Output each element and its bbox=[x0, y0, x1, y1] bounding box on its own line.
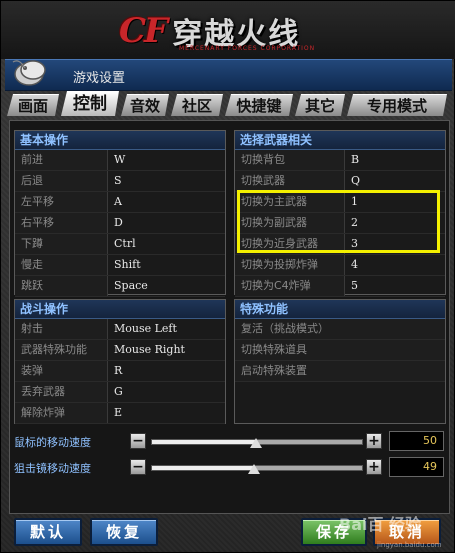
special-row[interactable]: 切换特殊道具 bbox=[235, 340, 445, 361]
mouse-speed-decrease-button[interactable]: − bbox=[130, 433, 146, 449]
keybind-value[interactable]: B bbox=[345, 150, 359, 170]
tab-bar: 画面 控制 音效 社区 快捷键 其它 专用模式 bbox=[7, 94, 450, 118]
keybind-value[interactable]: D bbox=[108, 213, 123, 233]
mouse-speed-fill bbox=[152, 440, 257, 444]
dog-tag-icon bbox=[12, 60, 46, 86]
basic-ops-panel: 基本操作 前进 W 后退 S 左平移 A 右平移 D 下蹲 Ctrl 慢走 Shift 跳跃… bbox=[14, 130, 226, 297]
keybind-label: 后退 bbox=[15, 171, 108, 191]
window-title: 游戏设置 bbox=[73, 71, 126, 86]
keybind-value[interactable]: G bbox=[108, 382, 123, 402]
watermark-sub: jingyan.baidu.com bbox=[377, 541, 442, 549]
special-row[interactable]: 复活（挑战模式） bbox=[235, 319, 445, 340]
mouse-speed-increase-button[interactable]: + bbox=[366, 433, 382, 449]
keybind-label: 解除炸弹 bbox=[15, 403, 108, 423]
mouse-speed-thumb[interactable] bbox=[250, 438, 262, 448]
special-ops-title: 特殊功能 bbox=[235, 300, 445, 319]
weapon-ops-title: 选择武器相关 bbox=[235, 131, 445, 150]
tab-display[interactable]: 画面 bbox=[7, 94, 59, 116]
mouse-speed-label: 鼠标的移动速度 bbox=[14, 436, 91, 449]
keybind-row[interactable]: 右平移 D bbox=[15, 213, 225, 234]
keybind-value[interactable]: 5 bbox=[345, 276, 358, 296]
keybind-row[interactable]: 解除炸弹 E bbox=[15, 403, 225, 424]
keybind-row[interactable]: 左平移 A bbox=[15, 192, 225, 213]
keybind-label: 切换为投掷炸弹 bbox=[235, 255, 345, 275]
special-label: 复活（挑战模式） bbox=[235, 319, 445, 339]
mouse-speed-row: 鼠标的移动速度 − + 50 bbox=[14, 431, 444, 453]
keybind-value[interactable]: Mouse Left bbox=[108, 319, 177, 339]
keybind-value[interactable]: Q bbox=[345, 171, 360, 191]
keybind-value[interactable]: Ctrl bbox=[108, 234, 136, 254]
scope-speed-increase-button[interactable]: + bbox=[366, 459, 382, 475]
keybind-value[interactable]: S bbox=[108, 171, 122, 191]
logo-cf: CF bbox=[119, 11, 168, 51]
scope-speed-label: 狙击镜移动速度 bbox=[14, 462, 91, 475]
scope-speed-decrease-button[interactable]: − bbox=[130, 459, 146, 475]
tab-community[interactable]: 社区 bbox=[171, 94, 223, 116]
keybind-row[interactable]: 后退 S bbox=[15, 171, 225, 192]
keybind-label: 丢弃武器 bbox=[15, 382, 108, 402]
scope-speed-row: 狙击镜移动速度 − + 49 bbox=[14, 457, 444, 479]
tab-sound[interactable]: 音效 bbox=[121, 94, 169, 116]
keybind-row[interactable]: 切换背包 B bbox=[235, 150, 445, 171]
keybind-label: 切换背包 bbox=[235, 150, 345, 170]
special-row[interactable]: 启动特殊装置 bbox=[235, 361, 445, 382]
keybind-value[interactable]: Mouse Right bbox=[108, 340, 185, 360]
keybind-label: 慢走 bbox=[15, 255, 108, 275]
keybind-value[interactable]: Shift bbox=[108, 255, 141, 275]
keybind-row[interactable]: 武器特殊功能 Mouse Right bbox=[15, 340, 225, 361]
restore-button[interactable]: 恢复 bbox=[90, 518, 158, 546]
keybind-row[interactable]: 射击 Mouse Left bbox=[15, 319, 225, 340]
keybind-value[interactable]: 4 bbox=[345, 255, 358, 275]
combat-ops-title: 战斗操作 bbox=[15, 300, 225, 319]
keybind-label: 切换武器 bbox=[235, 171, 345, 191]
keybind-row[interactable]: 切换武器 Q bbox=[235, 171, 445, 192]
keybind-label: 切换为C4炸弹 bbox=[235, 276, 345, 296]
banner: CF 穿越火线 MERCENARY FORCES CORPORATION bbox=[1, 1, 455, 59]
mouse-speed-value[interactable]: 50 bbox=[389, 431, 444, 451]
keybind-row[interactable]: 装弹 R bbox=[15, 361, 225, 382]
default-button[interactable]: 默认 bbox=[14, 518, 82, 546]
keybind-row[interactable]: 切换为C4炸弹 5 bbox=[235, 276, 445, 297]
keybind-row[interactable]: 切换为投掷炸弹 4 bbox=[235, 255, 445, 276]
tab-special-mode[interactable]: 专用模式 bbox=[347, 94, 447, 116]
keybind-value[interactable]: E bbox=[108, 403, 122, 423]
special-label: 启动特殊装置 bbox=[235, 361, 445, 381]
special-label: 切换特殊道具 bbox=[235, 340, 445, 360]
keybind-label: 左平移 bbox=[15, 192, 108, 212]
combat-ops-panel: 战斗操作 射击 Mouse Left 武器特殊功能 Mouse Right 装弹 R … bbox=[14, 299, 226, 424]
scope-speed-fill bbox=[152, 466, 255, 470]
keybind-row[interactable]: 下蹲 Ctrl bbox=[15, 234, 225, 255]
tab-other[interactable]: 其它 bbox=[295, 94, 345, 116]
keybind-value[interactable]: W bbox=[108, 150, 125, 170]
keybind-row[interactable]: 慢走 Shift bbox=[15, 255, 225, 276]
scope-speed-value[interactable]: 49 bbox=[389, 457, 444, 477]
keybind-value[interactable]: R bbox=[108, 361, 122, 381]
keybind-row[interactable]: 丢弃武器 G bbox=[15, 382, 225, 403]
logo-subtitle: MERCENARY FORCES CORPORATION bbox=[179, 45, 316, 52]
keybind-label: 装弹 bbox=[15, 361, 108, 381]
keybind-label: 下蹲 bbox=[15, 234, 108, 254]
special-ops-panel: 特殊功能 复活（挑战模式） 切换特殊道具 启动特殊装置 bbox=[234, 299, 446, 424]
basic-ops-title: 基本操作 bbox=[15, 131, 225, 150]
title-bar: 游戏设置 bbox=[5, 59, 452, 91]
keybind-row[interactable]: 跳跃 Space bbox=[15, 276, 225, 297]
keybind-label: 前进 bbox=[15, 150, 108, 170]
game-logo: CF 穿越火线 MERCENARY FORCES CORPORATION bbox=[119, 7, 341, 55]
tab-hotkeys[interactable]: 快捷键 bbox=[225, 94, 293, 116]
keybind-label: 跳跃 bbox=[15, 276, 108, 296]
keybind-value[interactable]: A bbox=[108, 192, 122, 212]
keybind-row[interactable]: 前进 W bbox=[15, 150, 225, 171]
keybind-label: 右平移 bbox=[15, 213, 108, 233]
keybind-label: 武器特殊功能 bbox=[15, 340, 108, 360]
sensitivity-sliders: 鼠标的移动速度 − + 50 狙击镜移动速度 − + 49 bbox=[14, 427, 444, 483]
highlight-box bbox=[237, 190, 440, 253]
watermark: Bai百 经验 bbox=[339, 515, 422, 534]
keybind-value[interactable]: Space bbox=[108, 276, 148, 296]
keybind-label: 射击 bbox=[15, 319, 108, 339]
settings-window: CF 穿越火线 MERCENARY FORCES CORPORATION 游戏设… bbox=[0, 0, 455, 553]
tab-controls[interactable]: 控制 bbox=[61, 91, 119, 116]
scope-speed-thumb[interactable] bbox=[247, 464, 260, 474]
